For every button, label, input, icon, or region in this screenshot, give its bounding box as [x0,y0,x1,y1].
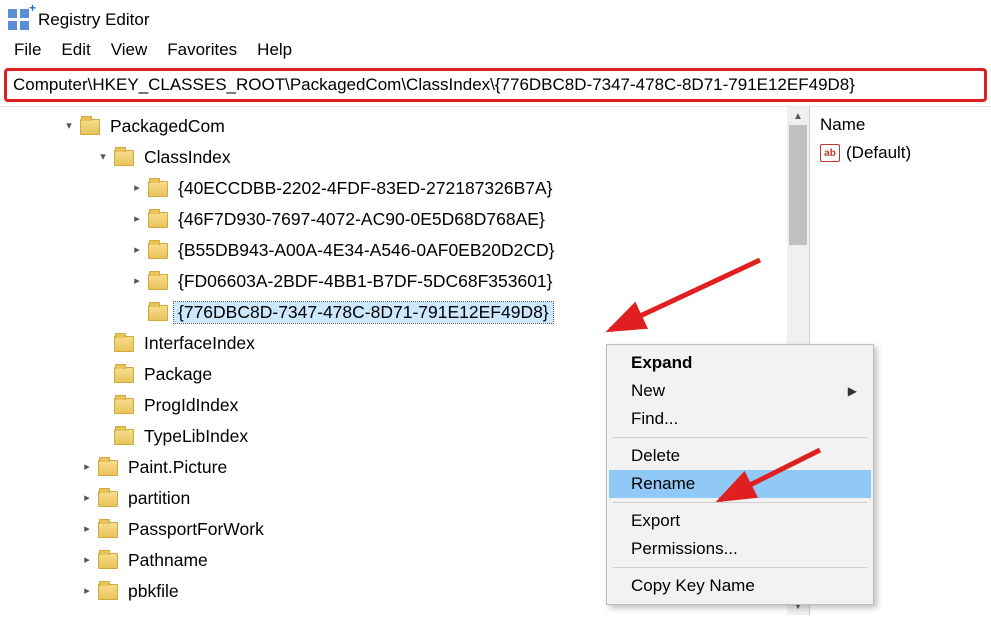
folder-icon [148,181,168,197]
tree-label: partition [124,488,194,510]
tree-node-packagedcom[interactable]: ▾ PackagedCom [0,111,809,142]
chevron-right-icon[interactable]: ▸ [78,555,96,566]
folder-icon [98,460,118,476]
tree-label: PassportForWork [124,519,268,541]
context-export[interactable]: Export [609,507,871,535]
mi-label: Expand [631,353,692,373]
column-header-name[interactable]: Name [820,113,981,137]
folder-icon [114,429,134,445]
tree-label: ProgIdIndex [140,395,242,417]
scroll-thumb[interactable] [789,125,807,245]
menu-file[interactable]: File [6,38,49,62]
tree-label: pbkfile [124,581,183,603]
folder-icon [148,305,168,321]
tree-node-guid-3[interactable]: ▸ {FD06603A-2BDF-4BB1-B7DF-5DC68F353601} [0,266,809,297]
context-rename[interactable]: Rename [609,470,871,498]
context-copy-key-name[interactable]: Copy Key Name [609,572,871,600]
menu-separator [613,502,867,503]
scroll-up-icon[interactable]: ▲ [787,107,809,125]
tree-label: InterfaceIndex [140,333,259,355]
folder-icon [98,491,118,507]
context-delete[interactable]: Delete [609,442,871,470]
menu-help[interactable]: Help [249,38,300,62]
folder-icon [148,212,168,228]
menu-view[interactable]: View [103,38,156,62]
folder-icon [98,522,118,538]
context-new[interactable]: New ▶ [609,377,871,405]
tree-label: ClassIndex [140,147,235,169]
chevron-right-icon[interactable]: ▸ [78,493,96,504]
chevron-right-icon[interactable]: ▸ [78,524,96,535]
regedit-icon [8,9,30,31]
tree-node-guid-1[interactable]: ▸ {46F7D930-7697-4072-AC90-0E5D68D768AE} [0,204,809,235]
context-expand[interactable]: Expand [609,349,871,377]
mi-label: Permissions... [631,539,738,559]
title-bar: Registry Editor [0,0,991,36]
menu-edit[interactable]: Edit [53,38,98,62]
value-name: (Default) [846,143,911,163]
tree-label: {B55DB943-A00A-4E34-A546-0AF0EB20D2CD} [174,240,558,262]
tree-label: Pathname [124,550,212,572]
folder-icon [148,243,168,259]
tree-label: {46F7D930-7697-4072-AC90-0E5D68D768AE} [174,209,549,231]
folder-icon [114,367,134,383]
mi-label: Copy Key Name [631,576,755,596]
folder-icon [114,150,134,166]
menu-separator [613,567,867,568]
chevron-right-icon[interactable]: ▸ [78,586,96,597]
value-row-default[interactable]: ab (Default) [820,143,981,163]
mi-label: Find... [631,409,678,429]
address-bar[interactable] [11,73,980,97]
string-value-icon: ab [820,144,840,162]
folder-icon [114,336,134,352]
tree-node-guid-2[interactable]: ▸ {B55DB943-A00A-4E34-A546-0AF0EB20D2CD} [0,235,809,266]
tree-node-guid-0[interactable]: ▸ {40ECCDBB-2202-4FDF-83ED-272187326B7A} [0,173,809,204]
address-bar-highlight [4,68,987,102]
window-title: Registry Editor [38,10,149,30]
chevron-right-icon[interactable]: ▸ [128,245,146,256]
tree-label: Paint.Picture [124,457,231,479]
folder-icon [114,398,134,414]
tree-node-guid-selected[interactable]: {776DBC8D-7347-478C-8D71-791E12EF49D8} [0,297,809,328]
menu-bar: File Edit View Favorites Help [0,36,991,68]
menu-separator [613,437,867,438]
tree-label: PackagedCom [106,116,229,138]
chevron-right-icon[interactable]: ▸ [78,462,96,473]
mi-label: Rename [631,474,695,494]
context-find[interactable]: Find... [609,405,871,433]
submenu-arrow-icon: ▶ [848,384,857,398]
tree-label: Package [140,364,216,386]
tree-label: {776DBC8D-7347-478C-8D71-791E12EF49D8} [174,302,553,324]
context-permissions[interactable]: Permissions... [609,535,871,563]
tree-node-classindex[interactable]: ▾ ClassIndex [0,142,809,173]
menu-favorites[interactable]: Favorites [159,38,245,62]
folder-icon [98,584,118,600]
tree-label: {40ECCDBB-2202-4FDF-83ED-272187326B7A} [174,178,557,200]
folder-icon [80,119,100,135]
mi-label: New [631,381,665,401]
chevron-down-icon[interactable]: ▾ [94,152,112,163]
chevron-right-icon[interactable]: ▸ [128,183,146,194]
context-menu: Expand New ▶ Find... Delete Rename Expor… [606,344,874,605]
tree-label: {FD06603A-2BDF-4BB1-B7DF-5DC68F353601} [174,271,557,293]
folder-icon [148,274,168,290]
chevron-right-icon[interactable]: ▸ [128,214,146,225]
tree-label: TypeLibIndex [140,426,252,448]
mi-label: Export [631,511,680,531]
chevron-down-icon[interactable]: ▾ [60,121,78,132]
folder-icon [98,553,118,569]
mi-label: Delete [631,446,680,466]
chevron-right-icon[interactable]: ▸ [128,276,146,287]
